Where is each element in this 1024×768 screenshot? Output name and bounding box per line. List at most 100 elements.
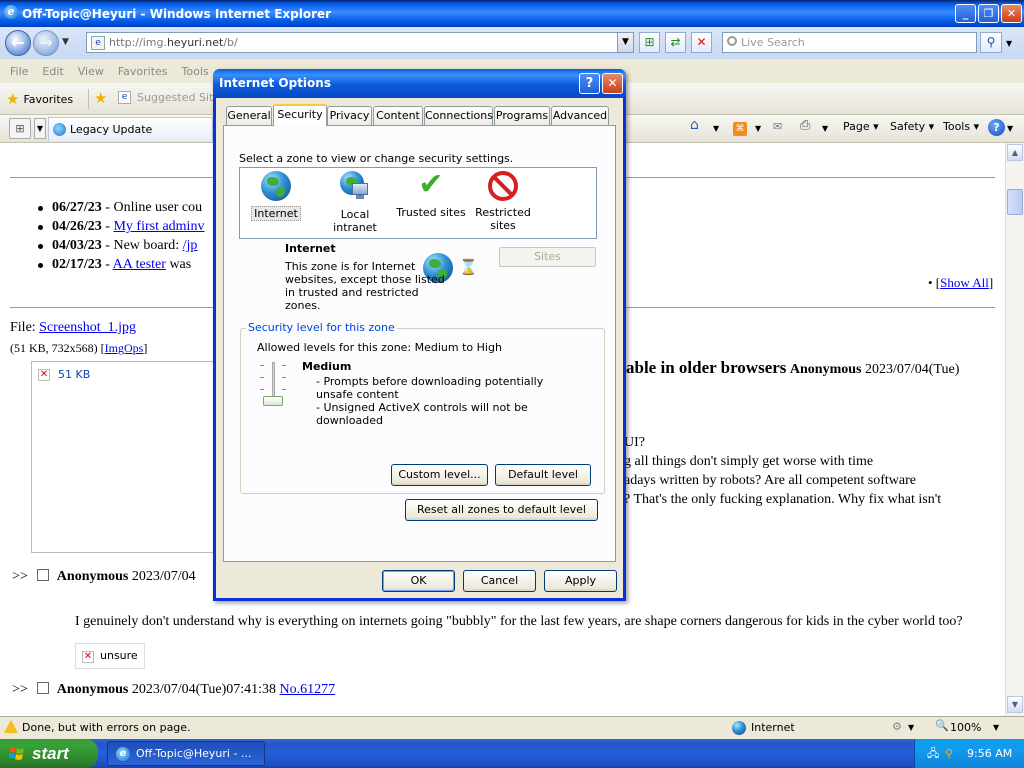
news-link[interactable]: /jp — [183, 238, 198, 253]
zone-internet[interactable]: Internet — [243, 168, 309, 221]
news-text: New board: — [113, 238, 183, 253]
tools-menu[interactable]: Tools ▾ — [943, 120, 979, 133]
zone-local-intranet[interactable]: Local intranet — [319, 168, 391, 234]
compatibility-view-icon[interactable]: ⊞ — [639, 32, 660, 53]
ok-button[interactable]: OK — [382, 570, 455, 592]
news-link[interactable]: AA tester — [113, 257, 166, 272]
group-title: Security level for this zone — [246, 321, 397, 334]
suggested-sites-button[interactable]: e Suggested Sites — [118, 91, 226, 104]
search-tray-icon[interactable]: ⚲ — [945, 739, 953, 768]
menu-view[interactable]: View — [78, 65, 104, 78]
reply-checkbox[interactable] — [37, 682, 50, 694]
menu-tools[interactable]: Tools — [182, 65, 209, 78]
tab-content[interactable]: Content — [373, 106, 423, 125]
internet-zone-icon — [732, 721, 746, 735]
add-favorite-icon[interactable]: ★ — [94, 89, 107, 107]
reset-all-zones-button[interactable]: Reset all zones to default level — [405, 499, 598, 521]
security-level-slider[interactable] — [260, 362, 286, 408]
status-text: Done, but with errors on page. — [22, 721, 191, 734]
inline-image[interactable]: ✕ unsure — [75, 642, 145, 669]
imgops-link[interactable]: ImgOps — [105, 341, 144, 355]
network-icon[interactable]: 🖧 — [927, 739, 939, 768]
tab-programs[interactable]: Programs — [494, 106, 550, 125]
clock[interactable]: 9:56 AM — [967, 739, 1012, 768]
zoom-dropdown-icon[interactable]: ▼ — [993, 723, 999, 732]
protected-dropdown-icon[interactable]: ▼ — [908, 723, 914, 732]
print-icon[interactable]: ⎙ — [800, 118, 810, 133]
news-date: 04/26/23 — [52, 219, 102, 234]
ie-page-icon: e — [118, 91, 131, 104]
scroll-down-icon[interactable]: ▼ — [1007, 696, 1023, 713]
tab-list-dropdown-icon[interactable]: ▼ — [34, 118, 46, 139]
zone-restricted-sites[interactable]: Restricted sites — [470, 168, 536, 232]
favorites-button[interactable]: ★ Favorites — [6, 90, 73, 108]
quick-tabs-icon[interactable]: ⊞ — [9, 118, 31, 139]
menu-file[interactable]: File — [10, 65, 28, 78]
tab-connections[interactable]: Connections — [424, 106, 493, 125]
op-name: Anonymous — [789, 362, 862, 377]
search-go-button[interactable]: ⚲ — [980, 32, 1002, 53]
minimize-button[interactable]: _ — [955, 4, 976, 23]
back-button[interactable]: ← — [5, 30, 31, 56]
file-info: File: Screenshot_1.jpg — [10, 320, 136, 336]
print-dropdown-icon[interactable]: ▼ — [822, 124, 828, 133]
scroll-up-icon[interactable]: ▲ — [1007, 144, 1023, 161]
zone-label: Restricted sites — [475, 206, 531, 232]
vertical-scrollbar[interactable]: ▲ ▼ — [1005, 143, 1024, 716]
help-dropdown-icon[interactable]: ▼ — [1007, 124, 1013, 133]
home-dropdown-icon[interactable]: ▼ — [713, 124, 719, 133]
cancel-button[interactable]: Cancel — [463, 570, 536, 592]
zone-trusted-sites[interactable]: ✔ Trusted sites — [395, 168, 467, 219]
news-item: 02/17/23 - AA tester was — [38, 255, 204, 274]
custom-level-button[interactable]: Custom level... — [391, 464, 488, 486]
read-mail-icon[interactable]: ✉ — [773, 120, 782, 133]
menu-edit[interactable]: Edit — [42, 65, 63, 78]
file-label: File: — [10, 320, 40, 335]
show-all-link[interactable]: Show All — [940, 275, 989, 290]
ie-logo-icon: e — [4, 5, 18, 19]
start-button[interactable]: start — [0, 739, 98, 768]
feeds-dropdown-icon[interactable]: ▼ — [755, 124, 761, 133]
forward-button[interactable]: → — [33, 30, 59, 56]
reply-checkbox[interactable] — [37, 569, 50, 581]
thumbnail-image[interactable]: ✕ 51 KB — [31, 361, 221, 553]
refresh-icon[interactable]: ⇄ — [665, 32, 686, 53]
restore-button[interactable]: ❐ — [978, 4, 999, 23]
menu-favorites[interactable]: Favorites — [118, 65, 168, 78]
search-input[interactable]: Live Search — [722, 32, 977, 53]
safety-menu[interactable]: Safety ▾ — [890, 120, 934, 133]
page-menu[interactable]: Page ▾ — [843, 120, 879, 133]
search-options-icon[interactable]: ▼ — [1006, 39, 1012, 48]
apply-button[interactable]: Apply — [544, 570, 617, 592]
dialog-help-button[interactable]: ? — [579, 73, 600, 94]
news-link[interactable]: My first adminv — [113, 219, 204, 234]
zoom-icon[interactable]: 🔍 — [935, 719, 949, 732]
address-bar[interactable]: e http://img. heyuri.net/b/ ▼ — [86, 32, 634, 53]
default-level-button[interactable]: Default level — [495, 464, 591, 486]
home-icon[interactable]: ⌂ — [690, 117, 699, 133]
tab-advanced[interactable]: Advanced — [551, 106, 609, 125]
close-button[interactable]: ✕ — [1001, 4, 1022, 23]
search-icon — [727, 36, 737, 46]
tab-privacy[interactable]: Privacy — [327, 106, 372, 125]
taskbar-item-ie[interactable]: e Off-Topic@Heyuri - ... — [107, 741, 265, 766]
stop-icon[interactable]: ✕ — [691, 32, 712, 53]
post-number-link[interactable]: No.61277 — [280, 682, 336, 697]
slider-thumb[interactable] — [263, 396, 283, 406]
tab-security[interactable]: Security — [273, 104, 327, 126]
zoom-level[interactable]: 100% — [950, 721, 981, 734]
protected-mode-icon[interactable]: ⚙ — [892, 720, 902, 733]
dialog-close-button[interactable]: ✕ — [602, 73, 623, 94]
address-dropdown-icon[interactable]: ▼ — [617, 33, 633, 52]
feeds-icon[interactable]: ⌘ — [733, 122, 747, 136]
warning-icon[interactable] — [4, 720, 18, 733]
tab-legacy-update[interactable]: Legacy Update — [48, 117, 213, 141]
news-list: 06/27/23 - Online user cou 04/26/23 - My… — [38, 198, 204, 274]
scroll-thumb[interactable] — [1007, 189, 1023, 215]
help-icon[interactable]: ? — [988, 119, 1005, 136]
tab-general[interactable]: General — [226, 106, 272, 125]
restricted-icon — [488, 171, 518, 201]
sites-button[interactable]: Sites — [499, 247, 596, 267]
file-link[interactable]: Screenshot_1.jpg — [39, 320, 136, 335]
history-dropdown-icon[interactable]: ▼ — [62, 37, 69, 47]
